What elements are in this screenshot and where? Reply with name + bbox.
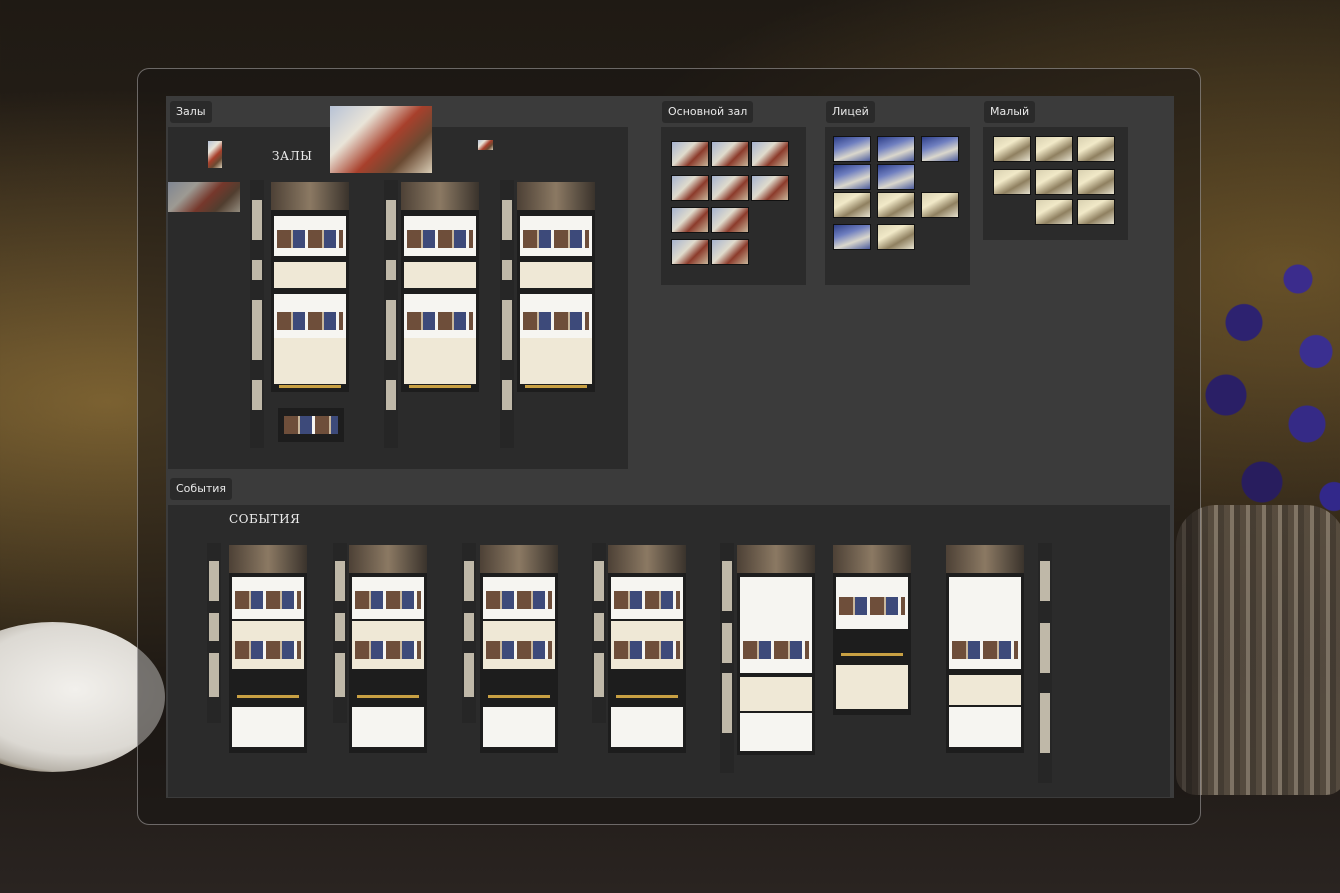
mobile-mockup	[720, 543, 734, 773]
photo-thumbnail	[993, 169, 1031, 195]
mobile-mockup	[462, 543, 476, 723]
desktop-mockup	[229, 545, 307, 753]
frame-label-main-hall[interactable]: Основной зал	[662, 101, 754, 123]
mobile-mockup	[207, 543, 221, 723]
photo-thumbnail	[877, 224, 915, 250]
desktop-mockup	[401, 182, 479, 392]
photo-thumbnail	[671, 207, 709, 233]
desktop-mockup	[737, 545, 815, 755]
photo-thumbnail	[877, 164, 915, 190]
photo-thumbnail	[711, 207, 749, 233]
frame-label-events[interactable]: События	[170, 478, 233, 500]
frame-label-lyceum[interactable]: Лицей	[826, 101, 875, 123]
desktop-mockup	[271, 182, 349, 392]
hall-photo	[330, 106, 432, 173]
mobile-mockup	[384, 180, 398, 448]
photo-thumbnail	[751, 175, 789, 201]
mobile-mockup	[1038, 543, 1052, 783]
hall-photo-strip	[168, 182, 240, 212]
mobile-mockup	[250, 180, 264, 448]
photo-thumbnail	[671, 141, 709, 167]
photo-thumbnail	[711, 141, 749, 167]
mobile-mockup	[592, 543, 606, 723]
mockup-footer-card	[278, 408, 344, 442]
desktop-mockup	[517, 182, 595, 392]
mobile-mockup	[333, 543, 347, 723]
desktop-mockup	[833, 545, 911, 715]
main-hall-frame[interactable]	[661, 127, 806, 285]
photo-thumbnail	[1035, 199, 1073, 225]
photo-thumbnail	[1077, 136, 1115, 162]
frame-label-small[interactable]: Малый	[984, 101, 1036, 123]
mobile-mockup	[500, 180, 514, 448]
small-frame[interactable]	[983, 127, 1128, 240]
photo-thumbnail	[833, 164, 871, 190]
photo-thumbnail	[877, 192, 915, 218]
photo-thumbnail	[833, 224, 871, 250]
hall-photo-small	[208, 141, 222, 168]
halls-heading: ЗАЛЫ	[272, 149, 313, 163]
photo-thumbnail	[1077, 169, 1115, 195]
lyceum-frame[interactable]	[825, 127, 970, 285]
photo-thumbnail	[877, 136, 915, 162]
photo-thumbnail	[1035, 169, 1073, 195]
events-heading: СОБЫТИЯ	[229, 512, 301, 526]
desktop-mockup	[608, 545, 686, 753]
photo-thumbnail	[833, 192, 871, 218]
photo-thumbnail	[671, 175, 709, 201]
photo-thumbnail	[711, 175, 749, 201]
desktop-mockup	[349, 545, 427, 753]
photo-thumbnail	[751, 141, 789, 167]
desktop-mockup	[480, 545, 558, 753]
hall-photo-tiny	[478, 140, 493, 150]
photo-thumbnail	[921, 192, 959, 218]
photo-thumbnail	[833, 136, 871, 162]
photo-thumbnail	[1035, 136, 1073, 162]
photo-thumbnail	[711, 239, 749, 265]
photo-thumbnail	[921, 136, 959, 162]
photo-thumbnail	[671, 239, 709, 265]
photo-thumbnail	[993, 136, 1031, 162]
desktop-mockup	[946, 545, 1024, 753]
frame-label-halls[interactable]: Залы	[170, 101, 212, 123]
photo-thumbnail	[1077, 199, 1115, 225]
